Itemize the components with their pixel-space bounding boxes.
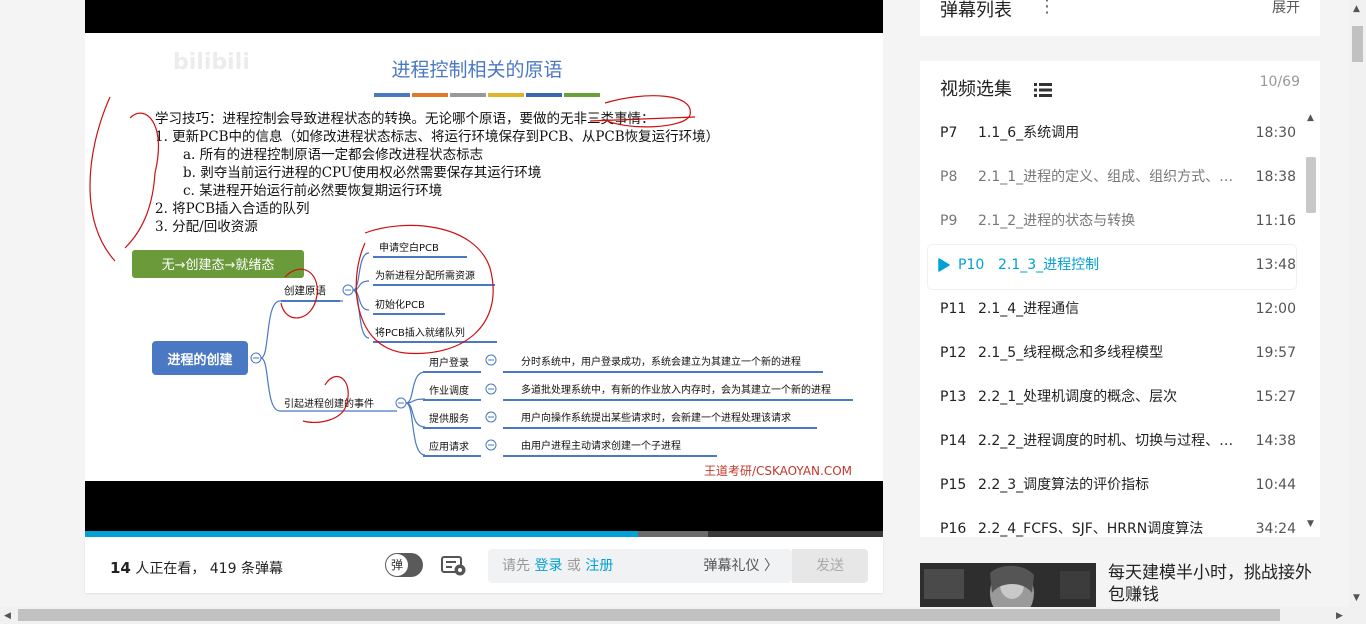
slide-step-1b: b. 剥夺当前运行进程的CPU使用权必然需要保存其运行环境 [183, 164, 541, 181]
page-scroll-up-icon[interactable]: ▲ [1353, 4, 1360, 14]
episode-scrollbar[interactable]: ▲ ▼ [1302, 111, 1318, 531]
episode-item[interactable]: P16 2.2_4_FCFS、SJF、HRRN调度算法 34:24 [928, 509, 1296, 537]
episode-scroll-thumb[interactable] [1306, 157, 1316, 213]
title-underline-2 [412, 93, 448, 97]
playing-icon [938, 258, 950, 272]
event-3-desc: 用户向操作系统提出某些请求时，会新建一个进程处理该请求 [521, 411, 791, 424]
event-1-name: 用户登录 [429, 356, 469, 369]
scroll-down-arrow-icon[interactable]: ▼ [1307, 519, 1314, 529]
danmaku-input[interactable]: 请先 登录 或 注册 弹幕礼仪 〉 [488, 549, 792, 583]
page-scroll-right-icon[interactable]: ▶ [1336, 611, 1343, 621]
danmaku-settings-icon[interactable] [441, 555, 467, 577]
green-tag: 无→创建态→就绪态 [162, 258, 275, 273]
event-collapse-icons [485, 354, 497, 451]
event-2-desc: 多道批处理系统中，有新的作业放入内存时，会为其建立一个新的进程 [521, 383, 831, 396]
slide-title: 进程控制相关的原语 [391, 59, 562, 81]
title-underline-5 [526, 93, 562, 97]
branch1-item-1: 申请空白PCB [379, 241, 439, 254]
page-vscroll-thumb[interactable] [1352, 26, 1363, 62]
slide-canvas: bilibili 进程控制相关的原语 学习技巧：进程控制会导致进程状态的转换。无… [89, 50, 853, 478]
episode-item[interactable]: P7 1.1_6_系统调用 18:30 [928, 113, 1296, 157]
recommend-title[interactable]: 每天建模半小时，挑战接外包赚钱 [1108, 562, 1328, 606]
slide-step-1c: c. 某进程开始运行前必然要恢复期运行环境 [183, 182, 442, 199]
slide-intro: 学习技巧：进程控制会导致进程状态的转换。无论哪个原语，要做的无非三类事情： [155, 111, 655, 127]
event-4-desc: 由用户进程主动请求创建一个子进程 [521, 439, 681, 452]
send-button[interactable]: 发送 [792, 549, 868, 583]
slide-step-1a: a. 所有的进程控制原语一定都会修改进程状态标志 [183, 147, 483, 163]
branch1-item-3: 初始化PCB [375, 298, 425, 311]
login-link[interactable]: 登录 [534, 558, 562, 574]
viewer-count: 14 人正在看， 419 条弹幕 [110, 558, 283, 578]
danmaku-toggle-knob: 弹 [386, 554, 408, 576]
episode-item-current[interactable]: P10 2.1_3_进程控制 13:48 [928, 245, 1296, 289]
episode-panel-title: 视频选集 [940, 79, 1012, 100]
video-frame[interactable]: bilibili 进程控制相关的原语 学习技巧：进程控制会导致进程状态的转换。无… [85, 33, 883, 481]
title-underline-6 [564, 93, 600, 97]
page-scroll-left-icon[interactable]: ◀ [4, 611, 11, 621]
page-hscroll-thumb[interactable] [18, 609, 1280, 621]
episode-item[interactable]: P15 2.2_3_调度算法的评价指标 10:44 [928, 465, 1296, 509]
danmaku-list-title: 弹幕列表 [940, 0, 1012, 21]
page-vertical-scrollbar[interactable]: ▲ ▼ [1349, 0, 1366, 624]
event-1-desc: 分时系统中，用户登录成功，系统会建立为其建立一个新的进程 [521, 355, 801, 368]
branch-create-primitive: 创建原语 [284, 284, 326, 297]
title-underline-1 [374, 93, 410, 97]
page-scroll-down-icon[interactable]: ▼ [1353, 593, 1360, 603]
episode-item[interactable]: P8 2.1_1_进程的定义、组成、组织方式、特征 18:38 [928, 157, 1296, 201]
danmaku-toggle[interactable]: 弹 [385, 553, 423, 577]
register-link[interactable]: 注册 [585, 558, 613, 574]
event-3-name: 提供服务 [429, 412, 469, 425]
bilibili-watermark: bilibili [173, 50, 250, 75]
title-underline-3 [450, 93, 486, 97]
list-view-icon[interactable] [1034, 83, 1052, 97]
branch2-connector [405, 371, 426, 456]
viewer-text: 人正在看， 419 条弹幕 [130, 561, 283, 577]
branch-trigger-events: 引起进程创建的事件 [284, 397, 374, 410]
event-2-name: 作业调度 [429, 384, 469, 397]
episode-item[interactable]: P12 2.1_5_线程概念和多线程模型 19:57 [928, 333, 1296, 377]
root-node: 进程的创建 [167, 352, 232, 368]
episode-item[interactable]: P9 2.1_2_进程的状态与转换 11:16 [928, 201, 1296, 245]
page-horizontal-scrollbar[interactable]: ◀ ▶ [0, 607, 1349, 624]
expand-button[interactable]: 展开 [1272, 0, 1300, 17]
slide-step-2: 2. 将PCB插入合适的队列 [155, 201, 310, 217]
episode-panel: 视频选集 10/69 P7 1.1_6_系统调用 18:30 P8 2.1_1_进程的… [920, 61, 1320, 537]
recommend-thumbnail[interactable] [920, 563, 1096, 607]
danmaku-etiquette-link[interactable]: 弹幕礼仪 〉 [704, 549, 778, 583]
danmaku-send-bar: 14 人正在看， 419 条弹幕 弹 请先 登录 或 注册 弹幕礼仪 〉 发送 [85, 537, 883, 593]
more-icon[interactable]: ⋮ [1038, 0, 1056, 17]
episode-list: P7 1.1_6_系统调用 18:30 P8 2.1_1_进程的定义、组成、组织方式、… [928, 113, 1296, 537]
root-connector [260, 300, 397, 412]
slide-step-3: 3. 分配/回收资源 [155, 219, 258, 235]
slide-step-1: 1. 更新PCB中的信息（如修改进程状态标志、将运行环境保存到PCB、从PCB恢… [155, 128, 719, 145]
branch1-connector [352, 252, 370, 339]
episode-item[interactable]: P11 2.1_4_进程通信 12:00 [928, 289, 1296, 333]
slide-source: 王道考研/CSKAOYAN.COM [704, 464, 852, 478]
episode-item[interactable]: P14 2.2_2_进程调度的时机、切换与过程、方式 14:38 [928, 421, 1296, 465]
scroll-up-arrow-icon[interactable]: ▲ [1307, 113, 1314, 123]
branch1-item-2: 为新进程分配所需资源 [375, 269, 475, 282]
viewer-number: 14 [110, 559, 131, 577]
danmaku-input-placeholder: 请先 登录 或 注册 [502, 558, 614, 574]
video-player[interactable]: bilibili 进程控制相关的原语 学习技巧：进程控制会导致进程状态的转换。无… [85, 0, 883, 537]
danmaku-list-panel: 弹幕列表 ⋮ 展开 [920, 0, 1320, 36]
event-4-name: 应用请求 [429, 440, 469, 453]
title-underline-4 [488, 93, 524, 97]
episode-item[interactable]: P13 2.2_1_处理机调度的概念、层次 15:27 [928, 377, 1296, 421]
branch1-item-4: 将PCB插入就绪队列 [375, 326, 465, 339]
episode-count: 10/69 [1259, 74, 1300, 90]
